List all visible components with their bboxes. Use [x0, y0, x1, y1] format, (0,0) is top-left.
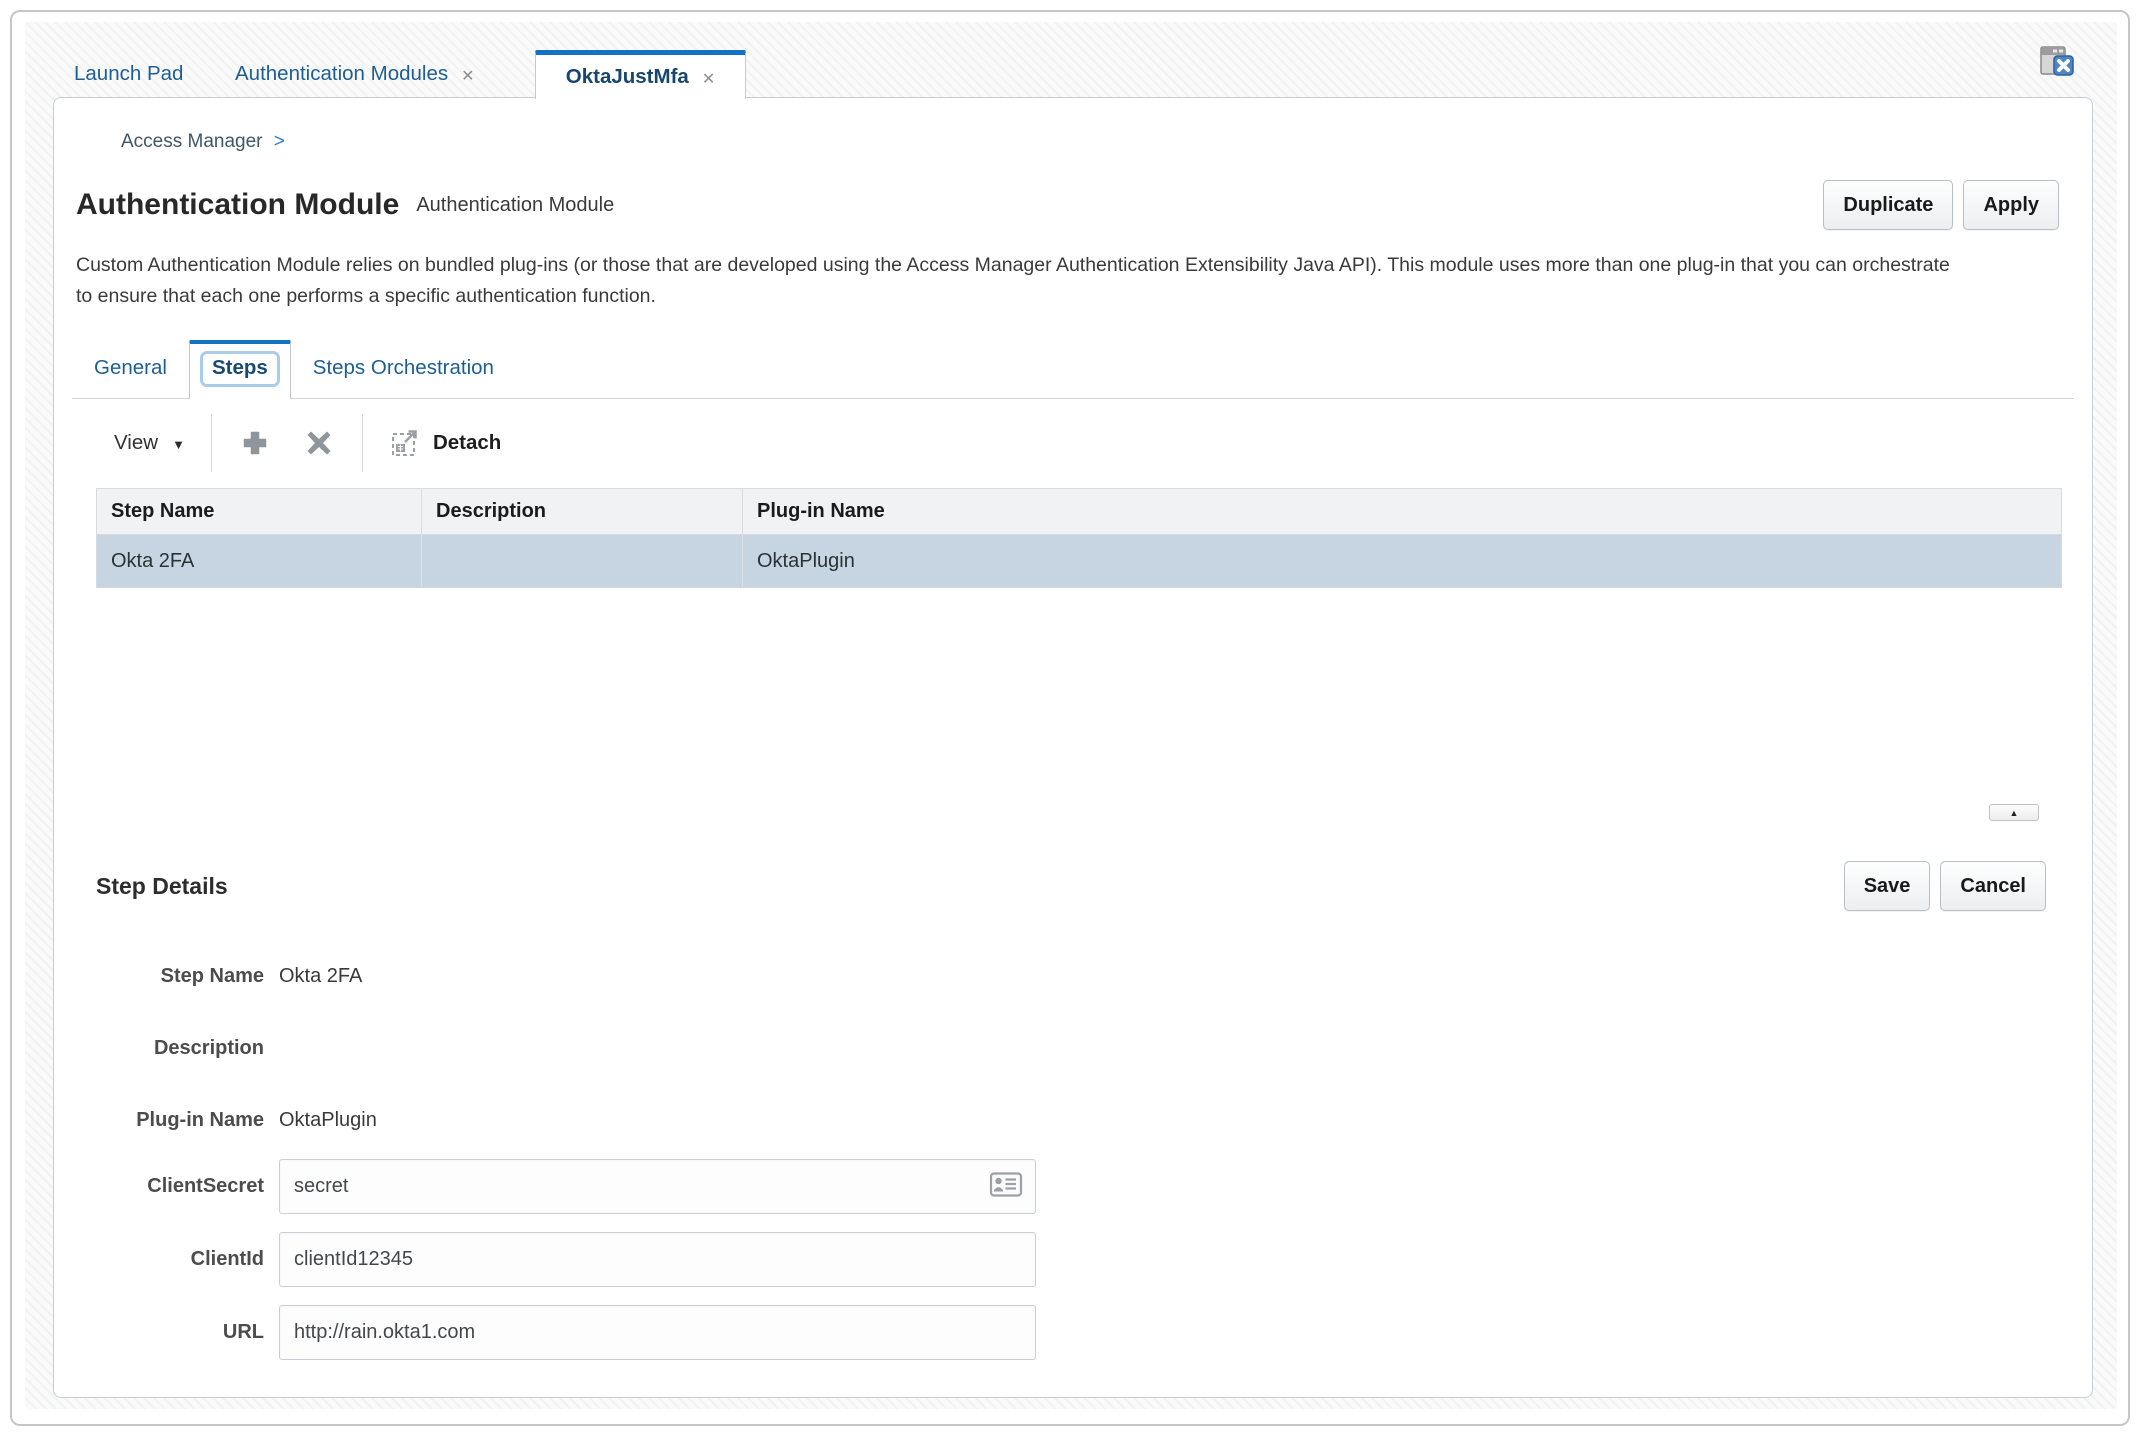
field-label: Plug-in Name: [54, 1109, 264, 1132]
form-row-description: Description: [54, 1028, 2092, 1068]
cell-description: [422, 535, 743, 587]
breadcrumb: Access Manager >: [121, 131, 285, 153]
steps-table: Step Name Description Plug-in Name Okta …: [96, 488, 2062, 588]
form-row-clientsecret: ClientSecret: [54, 1159, 2092, 1214]
close-window-icon[interactable]: [2038, 40, 2076, 82]
field-label: Step Name: [54, 965, 264, 988]
subtab-steps-orchestration[interactable]: Steps Orchestration: [291, 356, 516, 398]
module-panel: Access Manager > Authentication Module A…: [53, 97, 2093, 1398]
tab-label: Authentication Modules: [235, 62, 448, 86]
chevron-down-icon: ▼: [172, 437, 185, 452]
detach-label: Detach: [433, 431, 501, 455]
save-button[interactable]: Save: [1844, 861, 1931, 911]
close-tab-icon[interactable]: ✕: [702, 69, 715, 89]
field-value: OktaPlugin: [279, 1109, 377, 1132]
plus-icon: [239, 427, 271, 459]
tab-label: OktaJustMfa: [566, 65, 689, 89]
step-details-form: Step Name Okta 2FA Description Plug-in N…: [54, 956, 2092, 1378]
url-input[interactable]: [279, 1305, 1036, 1360]
field-value: Okta 2FA: [279, 965, 362, 988]
contact-card-icon[interactable]: [989, 1169, 1023, 1204]
column-header-plugin-name: Plug-in Name: [743, 489, 2061, 534]
collapse-up-icon: ▲: [2010, 808, 2019, 818]
workspace-background: Launch Pad Authentication Modules ✕ Okta…: [25, 22, 2117, 1409]
form-row-url: URL: [54, 1305, 2092, 1360]
field-label: Description: [54, 1037, 264, 1060]
table-toolbar: View ▼: [114, 410, 501, 476]
tab-authentication-modules[interactable]: Authentication Modules ✕: [235, 50, 475, 97]
tab-label: Launch Pad: [74, 62, 183, 86]
form-row-plugin-name: Plug-in Name OktaPlugin: [54, 1100, 2092, 1140]
subtab-general[interactable]: General: [72, 356, 189, 398]
breadcrumb-separator: >: [274, 131, 285, 152]
view-menu-label: View: [114, 431, 158, 455]
field-label: ClientId: [54, 1248, 264, 1271]
form-row-clientid: ClientId: [54, 1232, 2092, 1287]
cancel-button[interactable]: Cancel: [1940, 861, 2046, 911]
delete-x-icon: [303, 427, 335, 459]
column-header-step-name: Step Name: [97, 489, 422, 534]
toolbar-divider: [362, 414, 363, 472]
column-header-description: Description: [422, 489, 743, 534]
tab-oktajustmfa[interactable]: OktaJustMfa ✕: [535, 50, 746, 99]
subtab-bar: General Steps Steps Orchestration: [72, 335, 2074, 399]
duplicate-button[interactable]: Duplicate: [1823, 180, 1953, 230]
cell-step-name: Okta 2FA: [97, 535, 422, 587]
collapse-panel-button[interactable]: ▲: [1989, 804, 2039, 821]
apply-button[interactable]: Apply: [1963, 180, 2059, 230]
step-details-heading: Step Details: [96, 873, 228, 900]
page-subtitle: Authentication Module: [416, 194, 614, 217]
clientid-input[interactable]: [279, 1232, 1036, 1287]
add-step-button[interactable]: [238, 426, 272, 460]
table-row[interactable]: Okta 2FA OktaPlugin: [96, 535, 2062, 588]
app-window: Launch Pad Authentication Modules ✕ Okta…: [10, 10, 2130, 1426]
module-description: Custom Authentication Module relies on b…: [76, 250, 1966, 312]
detach-icon: [389, 427, 421, 459]
form-row-step-name: Step Name Okta 2FA: [54, 956, 2092, 996]
close-tab-icon[interactable]: ✕: [461, 66, 474, 86]
view-menu-button[interactable]: View ▼: [114, 431, 185, 455]
delete-step-button[interactable]: [302, 426, 336, 460]
tab-launch-pad[interactable]: Launch Pad: [74, 50, 183, 97]
subtab-steps-label: Steps: [200, 351, 280, 387]
clientsecret-input[interactable]: [279, 1159, 1036, 1214]
subtab-steps[interactable]: Steps: [189, 340, 291, 399]
table-header-row: Step Name Description Plug-in Name: [96, 488, 2062, 535]
cell-plugin-name: OktaPlugin: [743, 535, 2061, 587]
toolbar-divider: [211, 414, 212, 472]
field-label: ClientSecret: [54, 1175, 264, 1198]
page-title: Authentication Module: [76, 188, 399, 222]
detach-button[interactable]: Detach: [389, 427, 501, 459]
breadcrumb-access-manager[interactable]: Access Manager: [121, 131, 263, 152]
field-label: URL: [54, 1321, 264, 1344]
